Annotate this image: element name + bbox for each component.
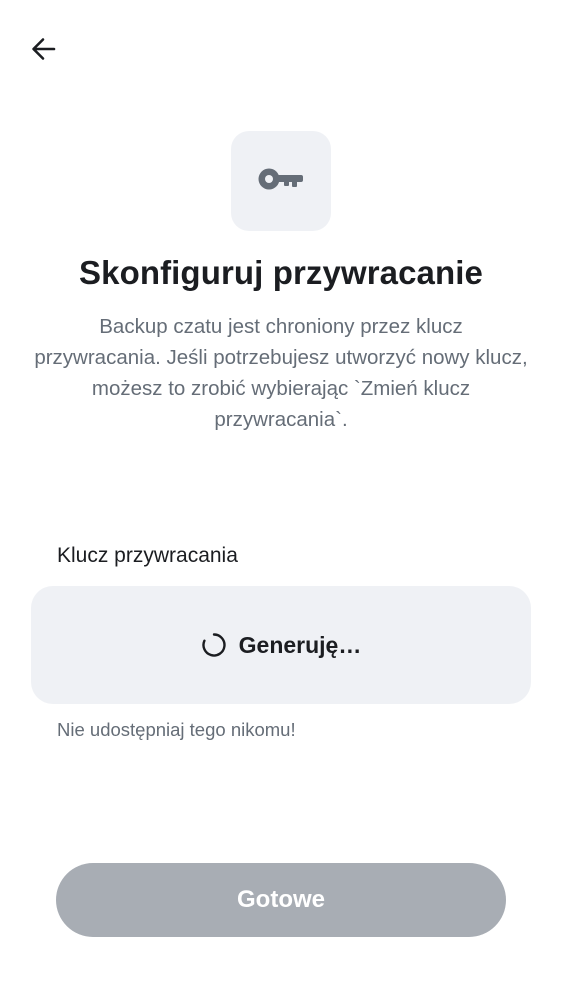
back-button[interactable] bbox=[22, 30, 64, 72]
page-description: Backup czatu jest chroniony przez klucz … bbox=[34, 315, 528, 431]
key-icon bbox=[257, 164, 305, 199]
key-icon-tile bbox=[231, 131, 331, 231]
done-button[interactable]: Gotowe bbox=[56, 863, 506, 937]
setup-recovery-screen: Skonfiguruj przywracanie Backup czatu je… bbox=[0, 0, 562, 1000]
generating-status: Generuję… bbox=[238, 631, 362, 658]
recovery-key-box: Generuję… bbox=[31, 586, 531, 704]
security-warning: Nie udostępniaj tego nikomu! bbox=[57, 719, 296, 740]
arrow-left-icon bbox=[29, 35, 57, 68]
recovery-key-label: Klucz przywracania bbox=[57, 544, 238, 567]
page-title: Skonfiguruj przywracanie bbox=[79, 254, 483, 291]
spinner-icon bbox=[201, 632, 227, 658]
